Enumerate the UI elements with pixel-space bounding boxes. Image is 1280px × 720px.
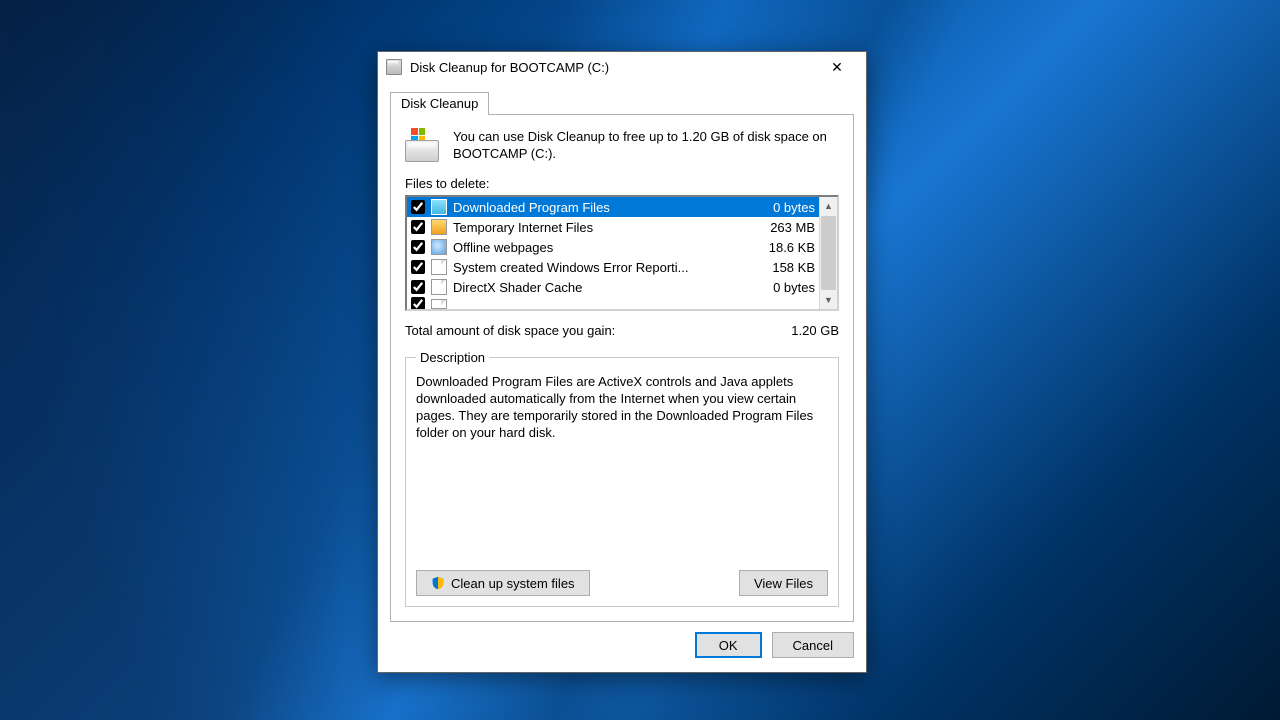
list-item-checkbox[interactable] [411,260,425,274]
description-text: Downloaded Program Files are ActiveX con… [416,373,828,441]
list-item-size: 263 MB [764,220,815,235]
list-item-checkbox[interactable] [411,200,425,214]
list-item[interactable]: Temporary Internet Files 263 MB [407,217,819,237]
files-to-delete-label: Files to delete: [405,176,839,191]
list-item-name: DirectX Shader Cache [453,280,761,295]
list-item[interactable]: Offline webpages 18.6 KB [407,237,819,257]
web-icon [431,239,447,255]
tab-strip: Disk Cleanup [390,90,854,114]
scroll-thumb[interactable] [821,216,836,290]
lock-icon [431,219,447,235]
list-item[interactable]: Downloaded Program Files 0 bytes [407,197,819,217]
list-item-name: Temporary Internet Files [453,220,758,235]
list-item-checkbox[interactable] [411,280,425,294]
page-icon [431,299,447,309]
list-item-size: 0 bytes [767,200,815,215]
list-item[interactable]: DirectX Shader Cache 0 bytes [407,277,819,297]
cancel-label: Cancel [793,638,833,653]
cleanup-icon [405,128,441,162]
list-item-size: 158 KB [766,260,815,275]
drive-icon [386,59,402,75]
list-item[interactable]: System created Windows Error Reporti... 1… [407,257,819,277]
window-title: Disk Cleanup for BOOTCAMP (C:) [410,60,816,75]
list-item-size: 18.6 KB [763,240,815,255]
tab-disk-cleanup[interactable]: Disk Cleanup [390,92,489,115]
titlebar[interactable]: Disk Cleanup for BOOTCAMP (C:) ✕ [378,52,866,82]
list-item-name: Downloaded Program Files [453,200,761,215]
view-files-label: View Files [754,576,813,591]
page-icon [431,279,447,295]
total-label: Total amount of disk space you gain: [405,323,615,338]
list-item[interactable] [407,297,819,309]
ok-label: OK [719,638,738,653]
description-legend: Description [416,350,489,365]
disk-cleanup-dialog: Disk Cleanup for BOOTCAMP (C:) ✕ Disk Cl… [377,51,867,673]
list-item-checkbox[interactable] [411,240,425,254]
clean-system-files-button[interactable]: Clean up system files [416,570,590,596]
list-item-name: System created Windows Error Reporti... [453,260,760,275]
list-item-name: Offline webpages [453,240,757,255]
tab-panel: You can use Disk Cleanup to free up to 1… [390,114,854,622]
description-group: Description Downloaded Program Files are… [405,350,839,607]
view-files-button[interactable]: View Files [739,570,828,596]
files-listbox[interactable]: Downloaded Program Files 0 bytes Temporary… [405,195,839,311]
total-value: 1.20 GB [791,323,839,338]
shield-icon [431,576,445,590]
folder-icon [431,199,447,215]
intro-text: You can use Disk Cleanup to free up to 1… [453,128,839,162]
list-item-size: 0 bytes [767,280,815,295]
list-item-checkbox[interactable] [411,220,425,234]
scroll-up-button[interactable]: ▲ [820,197,837,215]
clean-system-files-label: Clean up system files [451,576,575,591]
scrollbar[interactable]: ▲ ▼ [819,197,837,309]
ok-button[interactable]: OK [695,632,762,658]
scroll-down-button[interactable]: ▼ [820,291,837,309]
page-icon [431,259,447,275]
close-button[interactable]: ✕ [816,53,858,81]
cancel-button[interactable]: Cancel [772,632,854,658]
list-item-checkbox[interactable] [411,297,425,309]
